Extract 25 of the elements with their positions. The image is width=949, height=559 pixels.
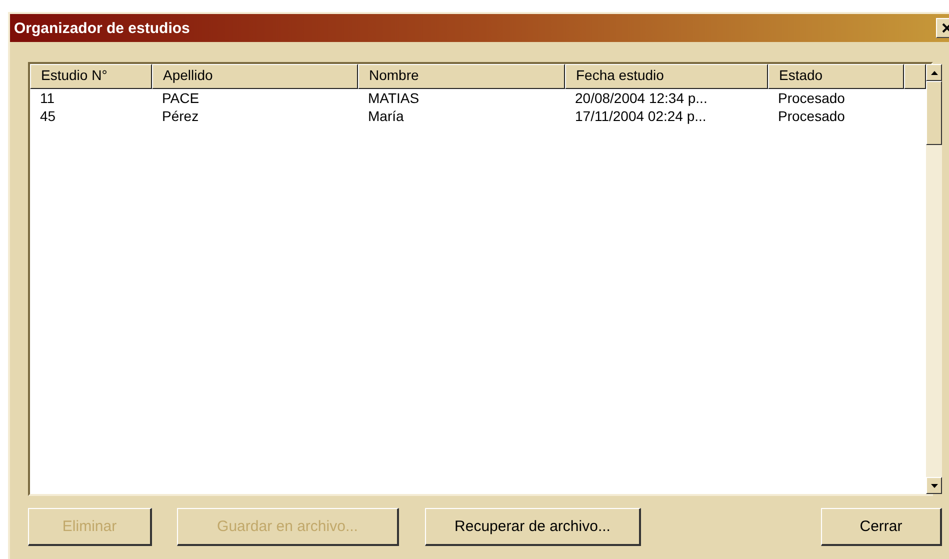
scroll-thumb[interactable] xyxy=(926,81,942,145)
scroll-down-button[interactable] xyxy=(926,477,942,494)
table-cell-text: Pérez xyxy=(161,108,200,124)
window-title: Organizador de estudios xyxy=(14,20,190,36)
table-cell-text: PACE xyxy=(161,90,200,106)
dialog-button[interactable]: Recuperar de archivo... xyxy=(425,508,641,546)
column-header[interactable]: Apellido xyxy=(152,64,358,89)
down-arrow-icon xyxy=(930,484,938,488)
column-header[interactable]: Estado xyxy=(768,64,904,89)
table-cell-text: 17/11/2004 02:24 p... xyxy=(574,108,708,124)
close-icon xyxy=(942,23,949,33)
table-cell-text: 11 xyxy=(39,90,56,106)
column-header[interactable]: Nombre xyxy=(358,64,565,89)
table-cell-text: MATIAS xyxy=(367,90,420,106)
column-header[interactable]: Estudio N° xyxy=(30,64,152,89)
table-cell-text: Procesado xyxy=(777,108,846,124)
table-cell-text: María xyxy=(367,108,405,124)
up-arrow-icon xyxy=(930,70,938,74)
scrollbar[interactable] xyxy=(926,64,942,494)
table-cell-text: 20/08/2004 12:34 p... xyxy=(574,90,708,106)
table-cell-text: Procesado xyxy=(777,90,846,106)
table-cell-text: 45 xyxy=(39,108,57,124)
column-header[interactable]: Fecha estudio xyxy=(565,64,768,89)
dialog-button[interactable]: Cerrar xyxy=(821,508,942,546)
scroll-up-button[interactable] xyxy=(926,64,942,81)
